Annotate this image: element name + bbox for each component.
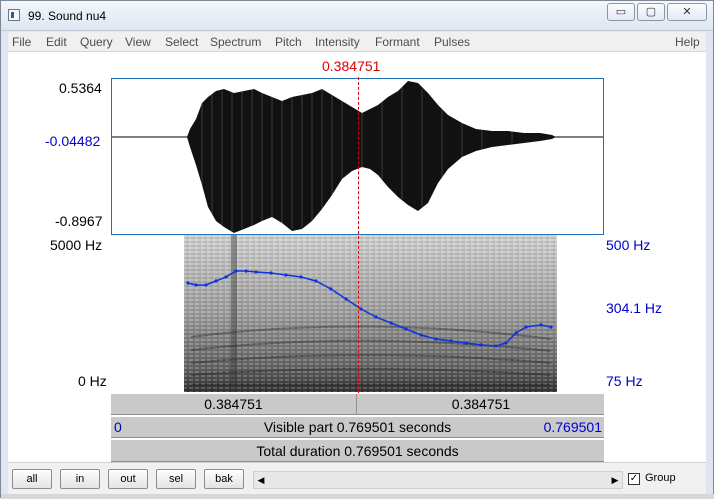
selection-time-bar: 0.384751 0.384751 [111,393,604,415]
out-button[interactable]: out [108,469,148,489]
group-checkbox[interactable]: ✓ [628,473,640,485]
bottom-toolbar: all in out sel bak ◀ ▶ ✓ Group [8,462,706,494]
pitch-mid-label: 304.1 Hz [606,300,663,316]
menu-intensity[interactable]: Intensity [315,35,360,49]
left-time-cell[interactable]: 0.384751 [111,394,357,414]
right-time-cell[interactable]: 0.384751 [358,394,604,414]
praat-sound-window: 99. Sound nu4 ▭ ▢ ✕ File Edit Query View… [0,0,714,499]
app-icon [8,9,20,21]
close-icon: ✕ [682,6,692,18]
window-bottom-edge [1,494,714,499]
left-time-label: 0.384751 [204,396,263,412]
waveform-max-label: 0.5364 [59,80,102,96]
window-controls: ▭ ▢ ✕ [607,3,707,21]
in-button[interactable]: in [60,469,100,489]
menu-pulses[interactable]: Pulses [434,35,470,49]
close-button[interactable]: ✕ [667,3,707,21]
maximize-button[interactable]: ▢ [637,3,665,21]
menu-select[interactable]: Select [165,35,198,49]
right-time-label: 0.384751 [451,396,511,412]
all-button[interactable]: all [12,469,52,489]
minimize-button[interactable]: ▭ [607,3,635,21]
horizontal-scrollbar[interactable]: ◀ ▶ [253,471,623,489]
scroll-left-icon[interactable]: ◀ [254,472,268,488]
title-bar: 99. Sound nu4 ▭ ▢ ✕ [1,1,713,31]
menu-file[interactable]: File [12,35,31,49]
cursor-line [358,77,359,393]
menu-help[interactable]: Help [675,35,700,49]
waveform-shape [187,81,556,233]
pitch-bottom-label: 75 Hz [606,373,643,389]
pitch-top-label: 500 Hz [606,237,651,253]
spectrogram-bottom-label: 0 Hz [78,373,107,389]
menu-bar: File Edit Query View Select Spectrum Pit… [8,32,706,52]
group-label: Group [645,472,676,484]
bak-button[interactable]: bak [204,469,244,489]
minimize-icon: ▭ [615,6,627,18]
waveform-mid-label: -0.04482 [45,133,101,149]
visible-part-bar[interactable]: 0 Visible part 0.769501 seconds 0.769501 [111,416,604,438]
menu-query[interactable]: Query [80,35,113,49]
cursor-time-label: 0.384751 [322,58,381,74]
sel-button[interactable]: sel [156,469,196,489]
window-title: 99. Sound nu4 [28,9,107,23]
menu-edit[interactable]: Edit [46,35,67,49]
menu-view[interactable]: View [125,35,151,49]
waveform-min-label: -0.8967 [55,213,103,229]
maximize-icon: ▢ [645,6,657,18]
total-duration-label: Total duration 0.769501 seconds [256,443,459,459]
sound-editor-area: 0.384751 0.5364 -0.04482 -0.8967 5000 Hz… [8,52,706,462]
menu-spectrum[interactable]: Spectrum [210,35,261,49]
total-duration-bar[interactable]: Total duration 0.769501 seconds [111,439,604,462]
spectrogram-top-label: 5000 Hz [50,237,103,253]
menu-pitch[interactable]: Pitch [275,35,302,49]
menu-formant[interactable]: Formant [375,35,420,49]
visible-part-label: Visible part 0.769501 seconds [263,419,452,435]
scroll-right-icon[interactable]: ▶ [608,472,622,488]
spectrogram-onset-stripe [231,235,237,392]
visible-end-label: 0.769501 [543,419,602,435]
